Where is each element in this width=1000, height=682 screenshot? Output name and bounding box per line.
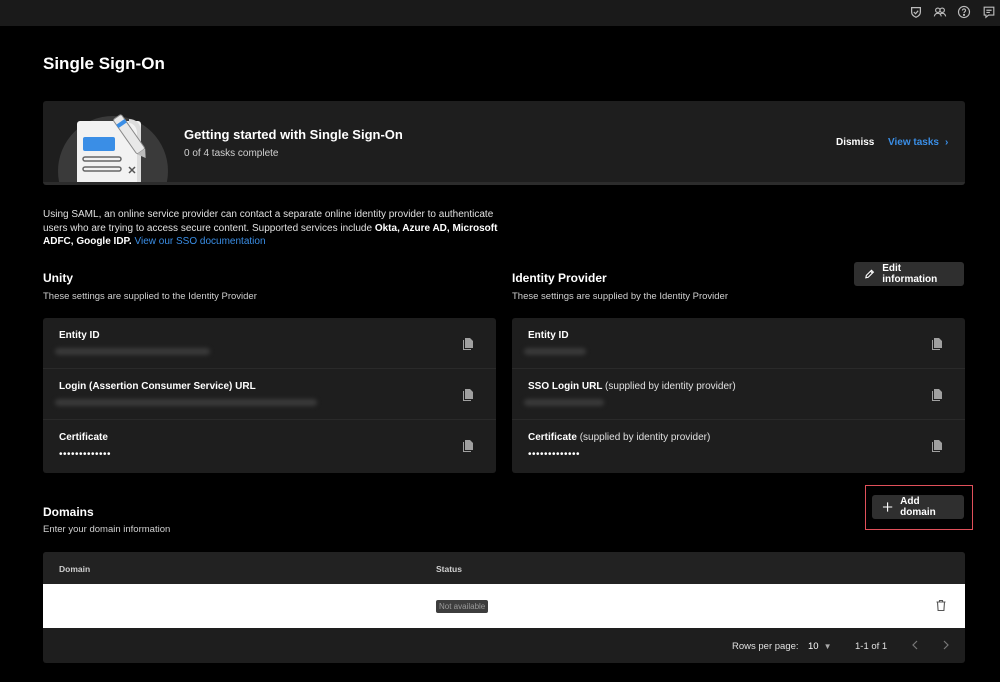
banner-title: Getting started with Single Sign-On — [184, 127, 403, 142]
field-label: SSO Login URL (supplied by identity prov… — [528, 381, 736, 392]
redacted-value — [55, 348, 210, 355]
chevron-right-icon: › — [944, 137, 949, 148]
page-title: Single Sign-On — [43, 54, 165, 73]
dismiss-button[interactable]: Dismiss — [836, 137, 874, 148]
shield-check-icon[interactable] — [909, 5, 923, 19]
trash-icon[interactable] — [935, 599, 947, 612]
unity-section-subtitle: These settings are supplied to the Ident… — [43, 291, 257, 302]
column-header-status[interactable]: Status — [436, 564, 462, 574]
top-bar — [0, 0, 1000, 26]
copy-icon[interactable] — [931, 337, 943, 351]
unity-settings-card: Entity ID Login (Assertion Consumer Serv… — [43, 318, 496, 473]
add-domain-highlight — [865, 485, 973, 530]
masked-certificate: ••••••••••••• — [528, 449, 581, 460]
rows-per-page-label: Rows per page: — [732, 641, 799, 652]
redacted-value — [55, 399, 317, 406]
field-label: Certificate — [59, 432, 108, 443]
unity-acs-url-row: Login (Assertion Consumer Service) URL — [43, 369, 496, 420]
copy-icon[interactable] — [462, 388, 474, 402]
copy-icon[interactable] — [931, 439, 943, 453]
pencil-icon — [865, 269, 875, 279]
field-label: Certificate (supplied by identity provid… — [528, 432, 711, 443]
caret-down-icon: ▼ — [823, 642, 832, 651]
copy-icon[interactable] — [462, 337, 474, 351]
field-label: Login (Assertion Consumer Service) URL — [59, 381, 256, 392]
previous-page-icon[interactable] — [909, 638, 921, 652]
column-header-domain[interactable]: Domain — [59, 564, 90, 574]
table-row[interactable]: Not available — [43, 584, 965, 628]
idp-certificate-row: Certificate (supplied by identity provid… — [512, 420, 965, 471]
field-label: Entity ID — [59, 330, 100, 341]
idp-section-subtitle: These settings are supplied by the Ident… — [512, 291, 728, 302]
sso-documentation-link[interactable]: View our SSO documentation — [135, 236, 266, 247]
copy-icon[interactable] — [462, 439, 474, 453]
idp-sso-login-url-row: SSO Login URL (supplied by identity prov… — [512, 369, 965, 420]
idp-entity-id-row: Entity ID — [512, 318, 965, 369]
message-icon[interactable] — [982, 5, 996, 19]
sso-intro-text: Using SAML, an online service provider c… — [43, 208, 513, 249]
field-label: Entity ID — [528, 330, 569, 341]
edit-information-label: Edit information — [882, 263, 938, 285]
domains-table: Domain Status Not available Rows per pag… — [43, 552, 965, 663]
edit-information-button[interactable]: Edit information — [854, 262, 964, 286]
getting-started-banner: Getting started with Single Sign-On 0 of… — [43, 101, 965, 185]
help-icon[interactable] — [957, 5, 971, 19]
idp-settings-card: Entity ID SSO Login URL (supplied by ide… — [512, 318, 965, 473]
domains-section-subtitle: Enter your domain information — [43, 524, 171, 535]
unity-section-title: Unity — [43, 271, 73, 285]
banner-progress: 0 of 4 tasks complete — [184, 148, 279, 159]
view-tasks-link[interactable]: View tasks › — [888, 137, 948, 148]
table-header: Domain Status — [43, 552, 965, 584]
copy-icon[interactable] — [931, 388, 943, 402]
unity-entity-id-row: Entity ID — [43, 318, 496, 369]
redacted-value — [524, 348, 586, 355]
rows-per-page-value: 10 — [808, 641, 819, 652]
masked-certificate: ••••••••••••• — [59, 449, 112, 460]
pagination-range: 1-1 of 1 — [855, 641, 888, 652]
unity-certificate-row: Certificate ••••••••••••• — [43, 420, 496, 471]
users-icon[interactable] — [933, 5, 947, 19]
table-pagination: Rows per page: 10 ▼ 1-1 of 1 — [43, 628, 965, 663]
status-badge: Not available — [436, 600, 489, 613]
rows-per-page-select[interactable]: 10 ▼ — [808, 641, 832, 652]
next-page-icon[interactable] — [940, 638, 952, 652]
view-tasks-label: View tasks — [888, 137, 939, 148]
domains-section-title: Domains — [43, 505, 94, 519]
redacted-value — [524, 399, 604, 406]
idp-section-title: Identity Provider — [512, 271, 607, 285]
document-illustration-icon — [58, 114, 168, 182]
